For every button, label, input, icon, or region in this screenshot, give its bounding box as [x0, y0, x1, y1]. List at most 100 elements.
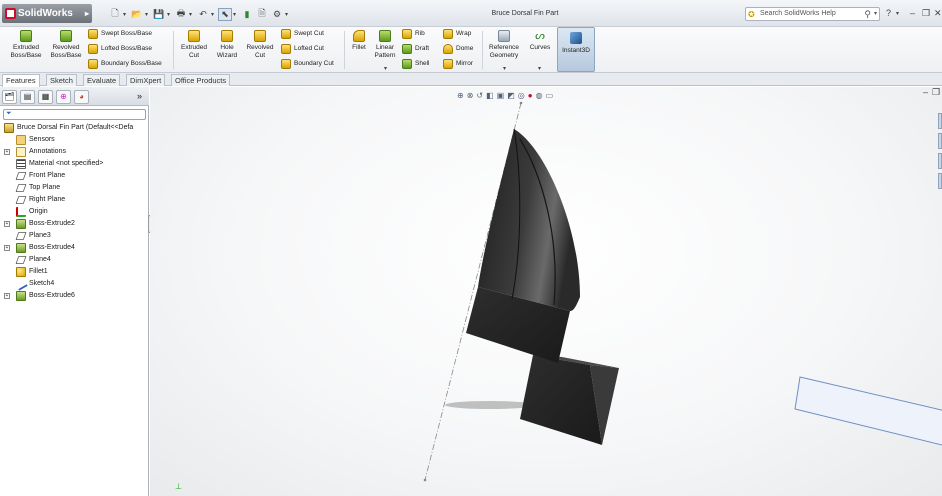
- expand-toggle-icon[interactable]: +: [4, 245, 10, 251]
- rib-button[interactable]: Rib: [402, 28, 425, 40]
- tree-root-part[interactable]: Bruce Dorsal Fin Part (Default<<Defa: [0, 122, 149, 134]
- expand-toggle-icon[interactable]: +: [4, 293, 10, 299]
- tab-sketch[interactable]: Sketch: [46, 74, 77, 86]
- tree-item-sensors[interactable]: Sensors: [0, 134, 149, 146]
- tab-office-products[interactable]: Office Products: [171, 74, 231, 86]
- property-manager-tab-icon[interactable]: ▤: [20, 90, 35, 104]
- shell-button[interactable]: Shell: [402, 58, 429, 70]
- boundary-cut-button[interactable]: Boundary Cut: [281, 58, 334, 70]
- dome-button[interactable]: Dome: [443, 43, 473, 55]
- new-document-icon[interactable]: 🗋: [108, 8, 122, 21]
- expand-toggle-icon[interactable]: +: [4, 221, 10, 227]
- options-icon[interactable]: ⚙: [270, 8, 284, 21]
- tree-item-label: Top Plane: [29, 184, 61, 191]
- tree-item-top-plane[interactable]: Top Plane: [0, 182, 149, 194]
- dimxpert-manager-tab-icon[interactable]: ⊕: [56, 90, 71, 104]
- rebuild-icon[interactable]: ▮: [240, 8, 254, 21]
- new-dropdown-icon[interactable]: ▾: [123, 11, 129, 18]
- minimize-icon[interactable]: –: [910, 8, 915, 18]
- curves-dropdown-icon[interactable]: ▾: [538, 65, 541, 72]
- tree-item-annotations[interactable]: + Annotations: [0, 146, 149, 158]
- boundary-cut-label: Boundary Cut: [294, 60, 334, 67]
- ribbon-separator: [173, 31, 174, 69]
- tree-item-plane4[interactable]: Plane4: [0, 254, 149, 266]
- linear-pattern-button[interactable]: Linear Pattern: [371, 30, 399, 60]
- tree-item-boss-extrude2[interactable]: + Boss-Extrude2: [0, 218, 149, 230]
- extruded-cut-icon: [188, 30, 200, 42]
- graphics-viewport[interactable]: ⊕ ⊗ ↺ ◧ ▣ ◩ ◎ ● ◍ ▭ – ❐ ⊥: [150, 87, 942, 496]
- curves-button[interactable]: ᔕ Curves: [526, 30, 554, 52]
- fin-part-model[interactable]: [150, 87, 942, 496]
- reference-geometry-button[interactable]: Reference Geometry: [485, 30, 523, 60]
- origin-icon: [16, 207, 26, 217]
- feature-tree-filter-input[interactable]: ⏷: [3, 109, 146, 120]
- tree-item-sketch4[interactable]: Sketch4: [0, 277, 149, 291]
- select-dropdown-icon[interactable]: ▾: [233, 11, 239, 18]
- tree-item-front-plane[interactable]: Front Plane: [0, 170, 149, 182]
- solidworks-menu-button[interactable]: SolidWorks ▸: [2, 4, 92, 23]
- configuration-manager-tab-icon[interactable]: ▦: [38, 90, 53, 104]
- ribbon-separator: [482, 31, 483, 69]
- tree-item-label: Plane4: [29, 256, 51, 263]
- restore-icon[interactable]: ❐: [922, 8, 930, 19]
- tab-dimxpert[interactable]: DimXpert: [126, 74, 166, 86]
- annotations-icon: [16, 147, 26, 157]
- tree-item-right-plane[interactable]: Right Plane: [0, 194, 149, 206]
- tree-item-boss-extrude4[interactable]: + Boss-Extrude4: [0, 242, 149, 254]
- tree-item-plane3[interactable]: Plane3: [0, 230, 149, 242]
- undo-icon[interactable]: ↶: [196, 8, 210, 21]
- boss-extrude-icon: [16, 291, 26, 301]
- expand-toggle-icon[interactable]: +: [4, 149, 10, 155]
- open-folder-icon[interactable]: 📂: [130, 8, 144, 21]
- help-dropdown-icon[interactable]: ▾: [896, 10, 899, 17]
- options-dropdown-icon[interactable]: ▾: [285, 11, 291, 18]
- help-search-input[interactable]: ✪ Search SolidWorks Help ⚲ ▾: [745, 7, 880, 21]
- lofted-boss-button[interactable]: Lofted Boss/Base: [88, 43, 152, 55]
- revolved-cut-button[interactable]: Revolved Cut: [243, 30, 277, 60]
- open-dropdown-icon[interactable]: ▾: [145, 11, 151, 18]
- search-dropdown-icon[interactable]: ▾: [874, 8, 877, 20]
- swept-boss-label: Swept Boss/Base: [101, 30, 152, 37]
- extruded-boss-button[interactable]: Extruded Boss/Base: [7, 30, 45, 60]
- save-dropdown-icon[interactable]: ▾: [167, 11, 173, 18]
- save-icon[interactable]: 💾: [152, 8, 166, 21]
- mirror-button[interactable]: Mirror: [443, 58, 473, 70]
- swept-cut-button[interactable]: Swept Cut: [281, 28, 324, 40]
- undo-dropdown-icon[interactable]: ▾: [211, 11, 217, 18]
- fillet-label: Fillet: [352, 44, 366, 51]
- rib-label: Rib: [415, 30, 425, 37]
- sensors-folder-icon: [16, 135, 26, 145]
- tree-item-boss-extrude6[interactable]: + Boss-Extrude6: [0, 290, 149, 302]
- hole-wizard-button[interactable]: Hole Wizard: [213, 30, 241, 60]
- reference-geometry-dropdown-icon[interactable]: ▾: [503, 65, 506, 72]
- tree-item-material[interactable]: Material <not specified>: [0, 158, 149, 170]
- help-question-icon[interactable]: ?: [886, 8, 891, 18]
- display-manager-tab-icon[interactable]: ◕: [74, 90, 89, 104]
- boundary-boss-button[interactable]: Boundary Boss/Base: [88, 58, 162, 70]
- material-icon: [16, 159, 26, 169]
- linear-pattern-label: Linear Pattern: [374, 44, 396, 59]
- fillet-dropdown-icon[interactable]: ▾: [384, 65, 387, 72]
- instant3d-button[interactable]: Instant3D: [557, 27, 595, 72]
- select-arrow-icon[interactable]: ⬉: [218, 7, 232, 21]
- revolved-boss-button[interactable]: Revolved Boss/Base: [48, 30, 84, 60]
- extruded-cut-button[interactable]: Extruded Cut: [176, 30, 212, 60]
- print-dropdown-icon[interactable]: ▾: [189, 11, 195, 18]
- fillet-button[interactable]: Fillet: [348, 30, 370, 52]
- close-icon[interactable]: ✕: [934, 8, 942, 19]
- feature-tree-tab-icon[interactable]: 🗂: [2, 90, 17, 104]
- print-icon[interactable]: 🖶: [174, 8, 188, 21]
- tree-item-origin[interactable]: Origin: [0, 206, 149, 218]
- expand-panel-icon[interactable]: »: [137, 91, 142, 101]
- revolved-cut-icon: [254, 30, 266, 42]
- file-properties-icon[interactable]: 🗎: [255, 8, 269, 21]
- draft-button[interactable]: Draft: [402, 43, 429, 55]
- wrap-button[interactable]: Wrap: [443, 28, 471, 40]
- lofted-cut-button[interactable]: Lofted Cut: [281, 43, 324, 55]
- plane-icon: [15, 184, 27, 192]
- swept-boss-button[interactable]: Swept Boss/Base: [88, 28, 152, 40]
- hole-wizard-label: Hole Wizard: [216, 44, 238, 59]
- search-icon[interactable]: ⚲: [864, 8, 871, 20]
- tab-features[interactable]: Features: [2, 74, 40, 87]
- tab-evaluate[interactable]: Evaluate: [83, 74, 121, 86]
